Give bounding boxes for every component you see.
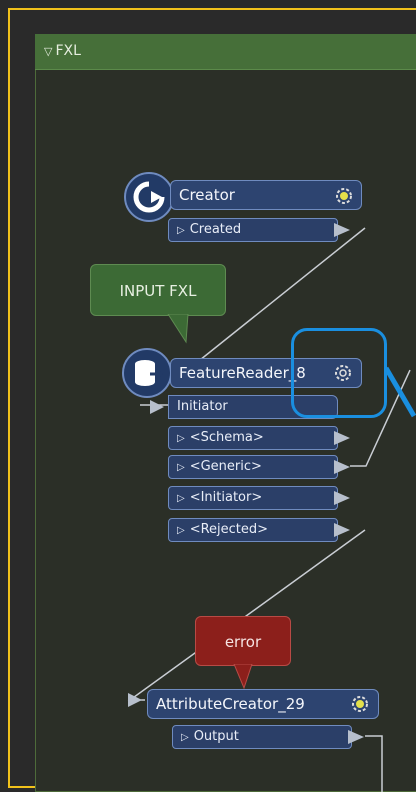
port-output[interactable]: ▷ Output: [172, 725, 352, 749]
circular-arrow-icon: [133, 181, 165, 213]
output-arrow-icon[interactable]: [334, 460, 350, 474]
gear-icon[interactable]: [334, 186, 354, 206]
output-arrow-icon[interactable]: [334, 431, 350, 445]
port-initiator-output[interactable]: ▷ <Initiator>: [168, 486, 338, 510]
port-generic[interactable]: ▷ <Generic>: [168, 455, 338, 479]
annotation-pointer: [167, 314, 189, 344]
output-arrow-icon[interactable]: [334, 491, 350, 505]
port-triangle-icon: ▷: [177, 462, 185, 473]
feature-reader-icon[interactable]: [122, 348, 172, 398]
port-triangle-icon: ▷: [177, 525, 185, 536]
port-triangle-icon: ▷: [181, 732, 189, 743]
attribute-creator-name: AttributeCreator_29: [156, 695, 305, 713]
port-created[interactable]: ▷ Created: [168, 218, 338, 242]
creator-name: Creator: [179, 186, 235, 204]
gear-icon[interactable]: [350, 694, 370, 714]
port-schema[interactable]: ▷ <Schema>: [168, 426, 338, 450]
input-annotation[interactable]: INPUT FXL: [90, 264, 226, 316]
gear-highlight: [291, 328, 387, 418]
error-annotation-pointer: [233, 664, 253, 690]
output-arrow-icon[interactable]: [334, 223, 350, 237]
wire-output: [365, 735, 383, 792]
database-icon: [135, 360, 164, 386]
creator-icon[interactable]: [124, 172, 174, 222]
port-triangle-icon: ▷: [177, 225, 185, 236]
port-triangle-icon: ▷: [177, 433, 185, 444]
error-annotation[interactable]: error: [195, 616, 291, 666]
feature-reader-name: FeatureReader_8: [179, 364, 306, 382]
port-triangle-icon: ▷: [177, 493, 185, 504]
highlight-pointer-arrow: [384, 366, 416, 418]
attribute-creator-transformer[interactable]: AttributeCreator_29: [147, 689, 379, 719]
input-arrow-icon[interactable]: [128, 693, 142, 707]
output-arrow-icon[interactable]: [348, 730, 364, 744]
output-arrow-icon[interactable]: [334, 523, 350, 537]
input-arrow-icon[interactable]: [150, 400, 164, 414]
port-rejected[interactable]: ▷ <Rejected>: [168, 518, 338, 542]
